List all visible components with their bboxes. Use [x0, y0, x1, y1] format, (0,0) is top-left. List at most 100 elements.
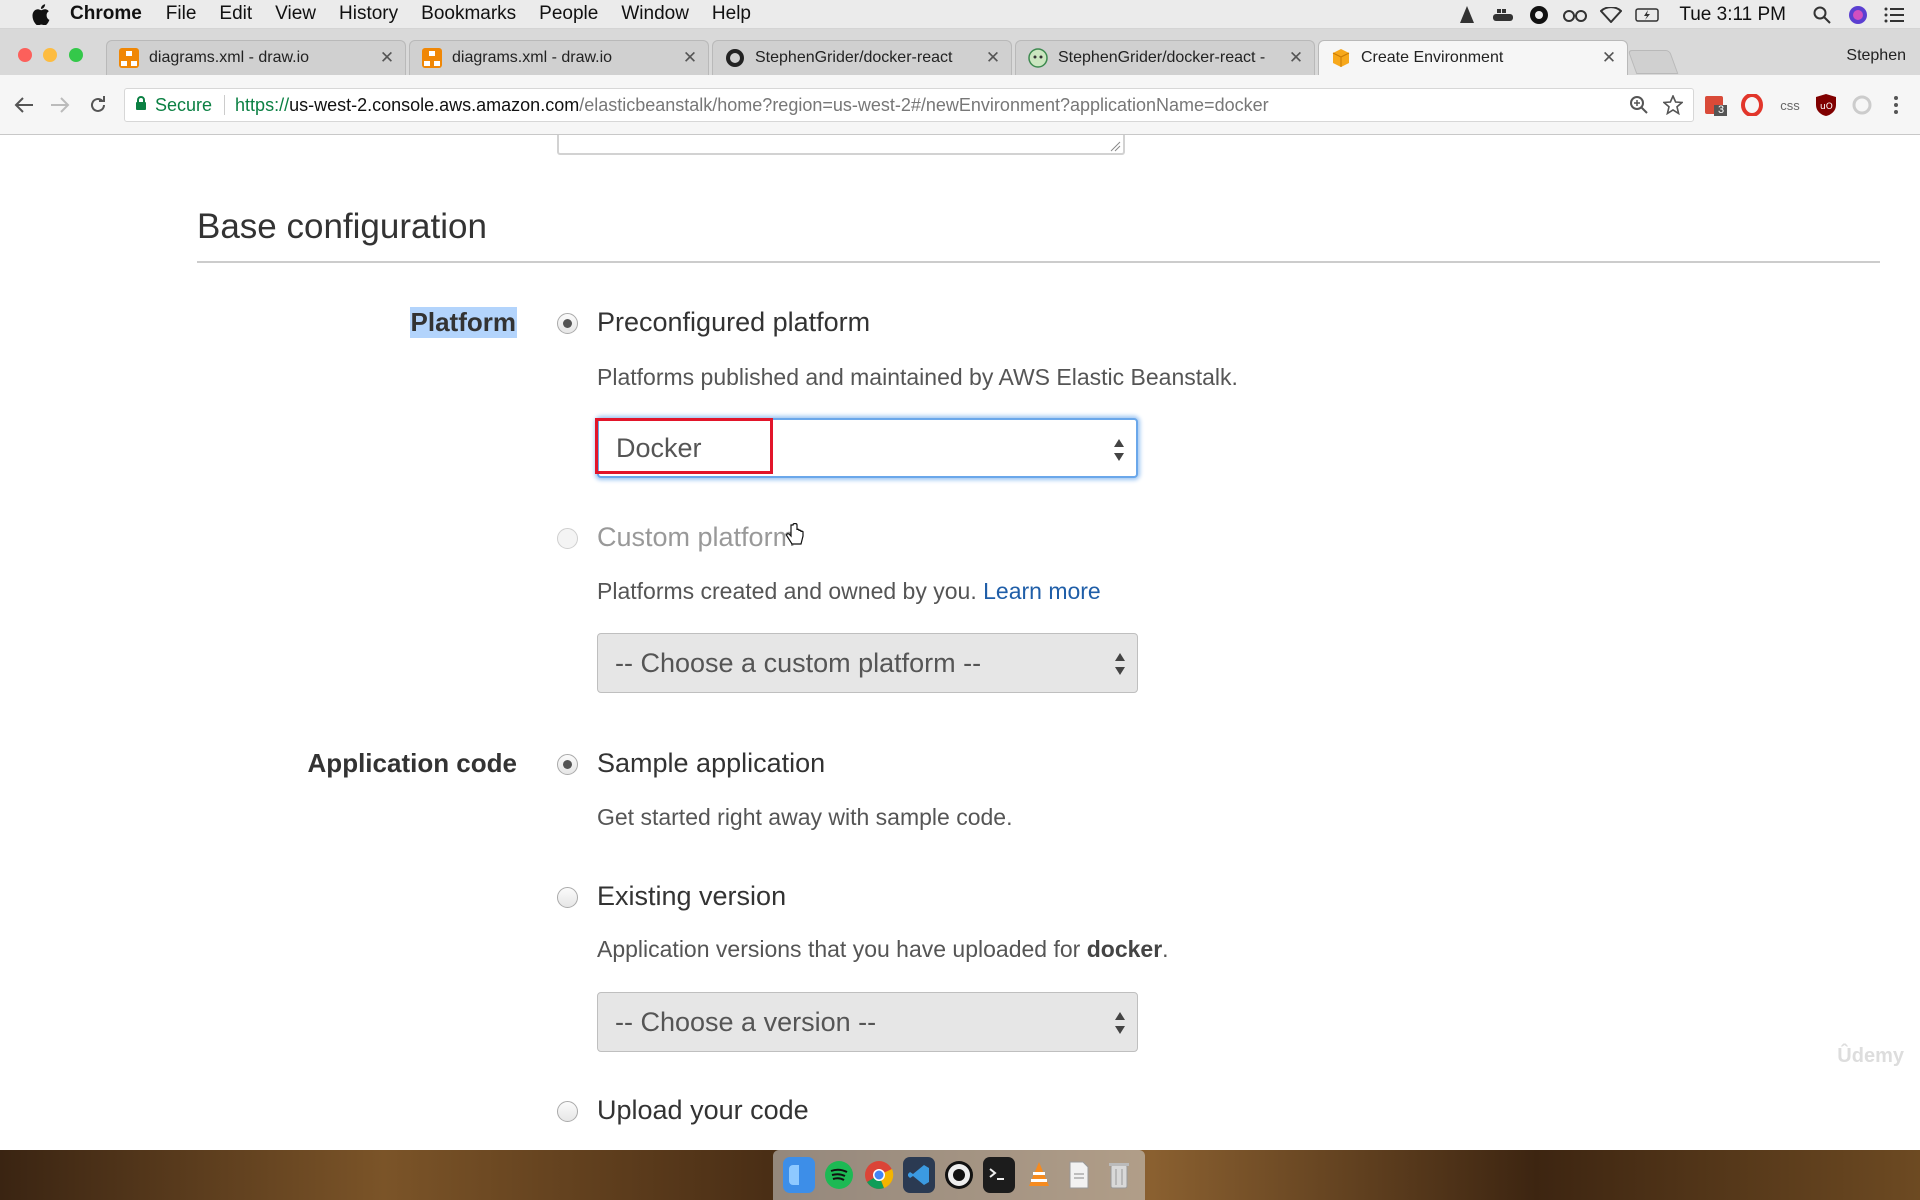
- vlc-tray-icon[interactable]: [1455, 4, 1479, 26]
- tab-title: diagrams.xml - draw.io: [452, 49, 613, 66]
- menu-history[interactable]: History: [339, 3, 398, 25]
- lock-icon: [135, 95, 147, 116]
- notification-center-icon[interactable]: [1882, 4, 1906, 26]
- tab-create-environment[interactable]: Create Environment ✕: [1318, 40, 1628, 75]
- version-select[interactable]: -- Choose a version --: [597, 992, 1138, 1052]
- tab-title: Create Environment: [1361, 49, 1504, 66]
- svg-text:uO: uO: [1820, 102, 1833, 112]
- terminal-icon[interactable]: [983, 1157, 1015, 1193]
- learn-more-link[interactable]: Learn more: [983, 578, 1101, 604]
- upload-code-label[interactable]: Upload your code: [597, 1095, 809, 1126]
- existing-version-label[interactable]: Existing version: [597, 881, 786, 912]
- browser-tab-strip: diagrams.xml - draw.io ✕ diagrams.xml - …: [0, 29, 1920, 75]
- custom-platform-description-text: Platforms created and owned by you.: [597, 578, 977, 604]
- menu-help[interactable]: Help: [712, 3, 751, 25]
- aws-cube-icon: [1331, 48, 1351, 68]
- custom-platform-description: Platforms created and owned by you. Lear…: [597, 578, 1101, 605]
- url-host: us-west-2.console.aws.amazon.com: [289, 94, 580, 115]
- existing-version-description: Application versions that you have uploa…: [597, 936, 1169, 963]
- description-textarea[interactable]: [557, 135, 1125, 155]
- glasses-tray-icon[interactable]: [1563, 4, 1588, 26]
- custom-platform-select[interactable]: -- Choose a custom platform --: [597, 633, 1138, 693]
- menu-view[interactable]: View: [275, 3, 316, 25]
- select-arrows-icon: [1115, 1012, 1125, 1034]
- vlc-icon[interactable]: [1023, 1157, 1055, 1193]
- custom-platform-label[interactable]: Custom platform: [597, 522, 795, 553]
- existing-version-description-text: Application versions that you have uploa…: [597, 936, 1087, 962]
- close-tab-icon[interactable]: ✕: [680, 48, 700, 68]
- existing-version-radio[interactable]: [557, 887, 578, 908]
- forward-arrow-icon[interactable]: [46, 91, 74, 119]
- docker-tray-icon[interactable]: [1491, 4, 1515, 26]
- reload-icon[interactable]: [84, 91, 112, 119]
- tab-title: diagrams.xml - draw.io: [149, 49, 310, 66]
- udemy-watermark: Ûdemy: [1837, 1045, 1904, 1067]
- existing-version-description-end: .: [1162, 936, 1169, 962]
- obs-icon[interactable]: [943, 1157, 975, 1193]
- close-tab-icon[interactable]: ✕: [983, 48, 1003, 68]
- address-bar[interactable]: Secure https://us-west-2.console.aws.ama…: [124, 88, 1694, 122]
- zoom-icon[interactable]: [1629, 95, 1649, 120]
- siri-icon[interactable]: [1846, 4, 1870, 26]
- menu-file[interactable]: File: [166, 3, 197, 25]
- close-tab-icon[interactable]: ✕: [1286, 48, 1306, 68]
- finder-icon[interactable]: [783, 1157, 815, 1193]
- extension-opera-icon[interactable]: [1740, 93, 1764, 117]
- trash-icon[interactable]: [1103, 1157, 1135, 1193]
- menubar-tray: Tue 3:11 PM: [1449, 0, 1920, 29]
- upload-code-radio[interactable]: [557, 1101, 578, 1122]
- sample-application-radio[interactable]: [557, 754, 578, 775]
- sample-application-label[interactable]: Sample application: [597, 748, 825, 779]
- tab-title: StephenGrider/docker-react -: [1058, 49, 1266, 66]
- url-scheme: https://: [235, 94, 290, 115]
- extension-calendar-icon[interactable]: 3: [1704, 93, 1728, 117]
- preconfigured-platform-label[interactable]: Preconfigured platform: [597, 307, 870, 338]
- tab-drawio-2[interactable]: diagrams.xml - draw.io ✕: [409, 40, 709, 75]
- profile-button[interactable]: Stephen: [1846, 47, 1906, 65]
- obs-tray-icon[interactable]: [1527, 4, 1551, 26]
- extension-disabled-icon[interactable]: [1850, 93, 1874, 117]
- menu-app-name[interactable]: Chrome: [70, 3, 142, 25]
- battery-icon[interactable]: [1635, 4, 1660, 26]
- travis-icon: [1028, 48, 1048, 68]
- close-window-button[interactable]: [18, 48, 32, 62]
- tab-travis[interactable]: StephenGrider/docker-react - ✕: [1015, 40, 1315, 75]
- close-tab-icon[interactable]: ✕: [1599, 48, 1619, 68]
- close-tab-icon[interactable]: ✕: [377, 48, 397, 68]
- wifi-icon[interactable]: [1599, 4, 1623, 26]
- minimize-window-button[interactable]: [43, 48, 57, 62]
- github-icon: [725, 48, 745, 68]
- application-code-label: Application code: [307, 748, 517, 778]
- back-arrow-icon[interactable]: [10, 91, 38, 119]
- hand-cursor-icon: [786, 523, 804, 545]
- extension-ublock-icon[interactable]: uO: [1814, 93, 1838, 117]
- bookmark-star-icon[interactable]: [1662, 93, 1684, 120]
- menu-window[interactable]: Window: [621, 3, 689, 25]
- zoom-window-button[interactable]: [69, 48, 83, 62]
- resize-grip-icon[interactable]: [1109, 139, 1121, 152]
- menu-bookmarks[interactable]: Bookmarks: [421, 3, 516, 25]
- spotlight-search-icon[interactable]: [1810, 4, 1834, 26]
- spotify-icon[interactable]: [823, 1157, 855, 1193]
- preconfigured-platform-radio[interactable]: [557, 313, 578, 334]
- apple-icon[interactable]: [26, 3, 56, 25]
- platform-label: Platform: [409, 307, 517, 338]
- url-path: /elasticbeanstalk/home?region=us-west-2#…: [579, 94, 1269, 115]
- custom-platform-select-value: -- Choose a custom platform --: [615, 647, 982, 678]
- menu-edit[interactable]: Edit: [219, 3, 252, 25]
- select-arrows-icon: [1114, 439, 1124, 461]
- section-title: Base configuration: [197, 207, 487, 246]
- tab-drawio-1[interactable]: diagrams.xml - draw.io ✕: [106, 40, 406, 75]
- menu-people[interactable]: People: [539, 3, 598, 25]
- extension-css-icon[interactable]: css: [1776, 93, 1804, 117]
- document-icon[interactable]: [1063, 1157, 1095, 1193]
- menubar-clock[interactable]: Tue 3:11 PM: [1679, 4, 1786, 26]
- tab-github[interactable]: StephenGrider/docker-react ✕: [712, 40, 1012, 75]
- macos-dock: [773, 1150, 1145, 1200]
- chrome-menu-icon[interactable]: [1884, 93, 1908, 117]
- chrome-icon[interactable]: [863, 1157, 895, 1193]
- extension-badge: 3: [1718, 104, 1725, 116]
- custom-platform-radio[interactable]: [557, 528, 578, 549]
- vscode-icon[interactable]: [903, 1157, 935, 1193]
- new-tab-button[interactable]: [1627, 50, 1679, 74]
